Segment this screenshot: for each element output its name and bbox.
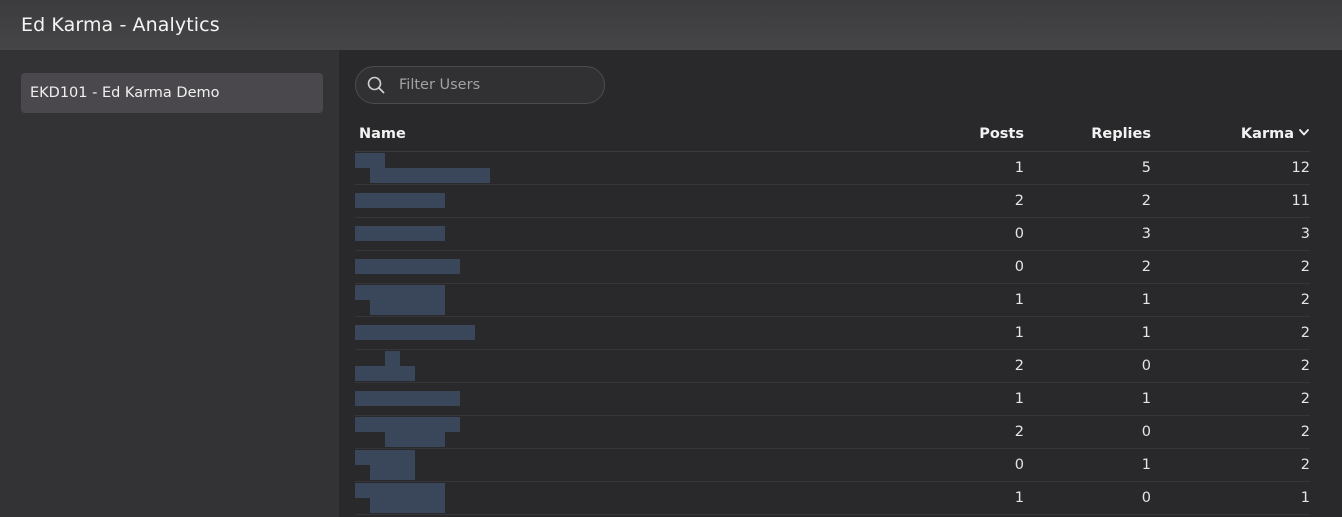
filter-users-field[interactable] <box>355 66 605 104</box>
karma-cell: 1 <box>1300 490 1310 506</box>
main-content: Name Posts Replies Karma 151222110330221… <box>339 50 1342 517</box>
karma-cell: 2 <box>1300 424 1310 440</box>
table-row[interactable]: 1 1 2 <box>355 284 1310 317</box>
table-body: 1 5 12 2 2 11 0 3 3 0 2 2 1 1 2 1 1 2 2 0 2 1 1 2 2 0 2 0 1 2 1 0 1 <box>355 152 1310 515</box>
redacted-user-name <box>355 417 885 447</box>
table-row[interactable]: 1 1 2 <box>355 383 1310 416</box>
chevron-down-icon <box>1298 126 1310 142</box>
table-row[interactable]: 0 2 2 <box>355 251 1310 284</box>
karma-cell: 2 <box>1300 325 1310 341</box>
table-row[interactable]: 2 0 2 <box>355 350 1310 383</box>
column-header-karma-label: Karma <box>1240 125 1294 142</box>
karma-cell: 2 <box>1300 259 1310 275</box>
posts-cell: 0 <box>1014 457 1024 473</box>
replies-cell: 2 <box>1141 259 1151 275</box>
karma-cell: 2 <box>1300 292 1310 308</box>
app-title: Ed Karma - Analytics <box>21 14 220 36</box>
replies-cell: 1 <box>1141 457 1151 473</box>
table-row[interactable]: 2 2 11 <box>355 185 1310 218</box>
column-header-karma[interactable]: Karma <box>1151 126 1310 142</box>
posts-cell: 2 <box>1014 358 1024 374</box>
column-header-posts[interactable]: Posts <box>885 126 1024 142</box>
redacted-user-name <box>355 450 885 480</box>
replies-cell: 2 <box>1141 193 1151 209</box>
sidebar-item-label: EKD101 - Ed Karma Demo <box>30 85 220 101</box>
posts-cell: 1 <box>1014 160 1024 176</box>
sidebar: EKD101 - Ed Karma Demo <box>0 50 339 517</box>
karma-cell: 3 <box>1300 226 1310 242</box>
redacted-user-name <box>355 219 885 249</box>
users-table: Name Posts Replies Karma 1 5 12 2 2 11 0 3 3 0 2 2 1… <box>355 116 1310 515</box>
redacted-user-name <box>355 384 885 414</box>
sidebar-item-course[interactable]: EKD101 - Ed Karma Demo <box>21 73 323 113</box>
replies-cell: 0 <box>1141 490 1151 506</box>
table-row[interactable]: 0 3 3 <box>355 218 1310 251</box>
posts-cell: 0 <box>1014 259 1024 275</box>
posts-cell: 1 <box>1014 292 1024 308</box>
redacted-user-name <box>355 153 885 183</box>
redacted-user-name <box>355 483 885 513</box>
karma-cell: 2 <box>1300 358 1310 374</box>
posts-cell: 1 <box>1014 325 1024 341</box>
replies-cell: 3 <box>1141 226 1151 242</box>
replies-cell: 5 <box>1141 160 1151 176</box>
column-header-name[interactable]: Name <box>355 126 885 142</box>
table-header: Name Posts Replies Karma <box>355 116 1310 152</box>
posts-cell: 1 <box>1014 490 1024 506</box>
redacted-user-name <box>355 351 885 381</box>
redacted-user-name <box>355 318 885 348</box>
posts-cell: 2 <box>1014 424 1024 440</box>
table-row[interactable]: 1 1 2 <box>355 317 1310 350</box>
replies-cell: 0 <box>1141 424 1151 440</box>
filter-users-input[interactable] <box>397 76 591 94</box>
replies-cell: 1 <box>1141 292 1151 308</box>
posts-cell: 2 <box>1014 193 1024 209</box>
table-row[interactable]: 1 5 12 <box>355 152 1310 185</box>
table-row[interactable]: 0 1 2 <box>355 449 1310 482</box>
posts-cell: 1 <box>1014 391 1024 407</box>
redacted-user-name <box>355 285 885 315</box>
karma-cell: 2 <box>1300 457 1310 473</box>
search-icon <box>367 76 385 94</box>
replies-cell: 1 <box>1141 325 1151 341</box>
posts-cell: 0 <box>1014 226 1024 242</box>
redacted-user-name <box>355 186 885 216</box>
karma-cell: 12 <box>1291 160 1310 176</box>
title-bar: Ed Karma - Analytics <box>0 0 1342 50</box>
karma-cell: 2 <box>1300 391 1310 407</box>
table-row[interactable]: 2 0 2 <box>355 416 1310 449</box>
karma-cell: 11 <box>1291 193 1310 209</box>
table-row[interactable]: 1 0 1 <box>355 482 1310 515</box>
column-header-replies[interactable]: Replies <box>1024 126 1151 142</box>
replies-cell: 1 <box>1141 391 1151 407</box>
redacted-user-name <box>355 252 885 282</box>
replies-cell: 0 <box>1141 358 1151 374</box>
